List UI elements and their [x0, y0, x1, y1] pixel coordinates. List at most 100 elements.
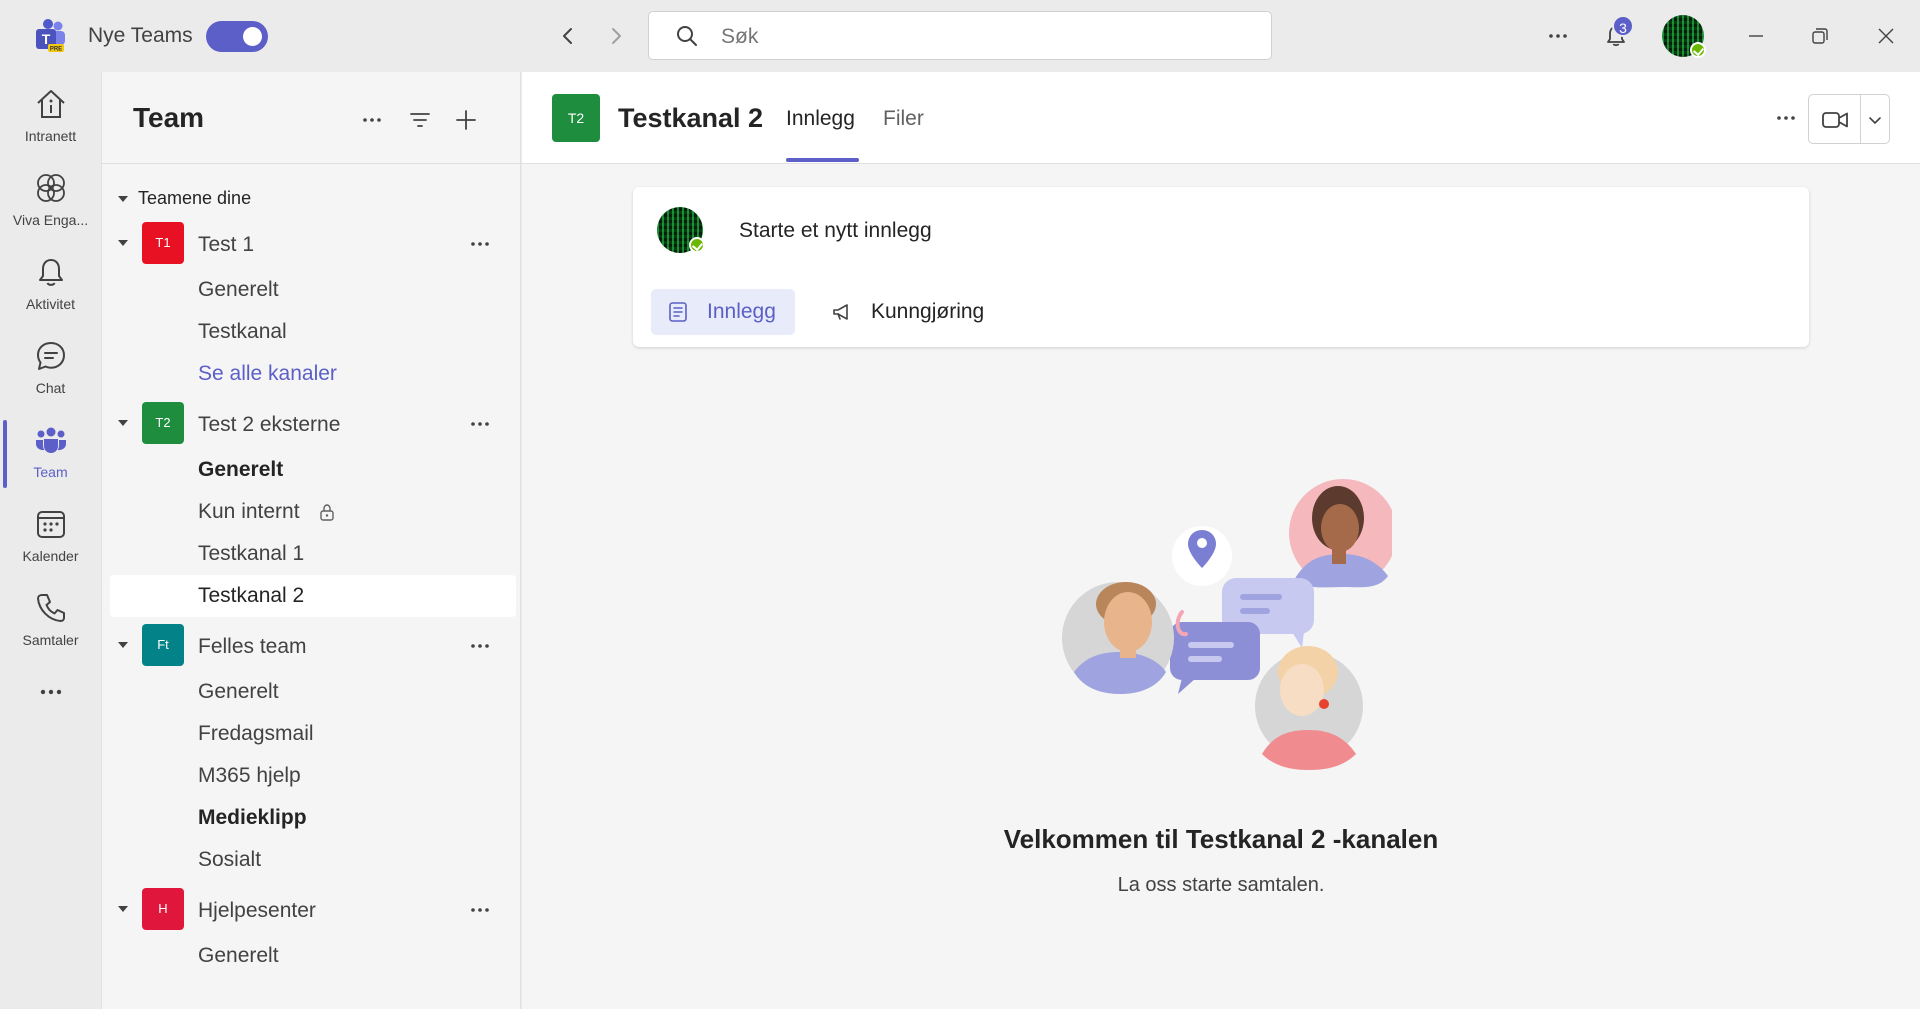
filter-button[interactable]	[402, 102, 438, 138]
post-button-label: Innlegg	[707, 300, 776, 323]
tab-innlegg[interactable]: Innlegg	[786, 107, 855, 131]
channel-item[interactable]: Generelt	[110, 671, 516, 713]
meet-button[interactable]	[1808, 94, 1890, 144]
team-more-button[interactable]	[462, 892, 498, 928]
calendar-icon	[37, 511, 65, 538]
channel-item[interactable]: Generelt	[110, 269, 516, 311]
channel-more-button[interactable]	[1768, 100, 1804, 136]
section-header-your-teams[interactable]: Teamene dine	[118, 188, 251, 209]
new-post-card: Starte et nytt innlegg Innlegg Kunngjøri…	[633, 187, 1809, 347]
home-icon	[37, 90, 65, 118]
channel-item[interactable]: Testkanal 1	[110, 533, 516, 575]
team-pane-more-button[interactable]	[354, 102, 390, 138]
post-button[interactable]: Innlegg	[651, 289, 795, 335]
chat-icon	[37, 342, 65, 370]
active-tab-indicator	[786, 158, 859, 162]
pane-title: Team	[133, 102, 205, 133]
team-avatar: H	[142, 888, 184, 930]
rail-item-kalender[interactable]: Kalender	[0, 496, 101, 580]
restore-button[interactable]	[1802, 18, 1838, 54]
channel-title: Testkanal 2	[618, 103, 764, 133]
forward-arrow-icon[interactable]	[602, 22, 630, 50]
channel-header: T2 Testkanal 2 Innlegg Filer	[522, 72, 1920, 164]
ellipsis-icon	[471, 242, 489, 246]
team-more-button[interactable]	[462, 406, 498, 442]
compose-prompt[interactable]: Starte et nytt innlegg	[739, 219, 932, 243]
post-document-icon	[669, 302, 687, 322]
welcome-subtitle: La oss starte samtalen.	[1117, 874, 1325, 896]
phone-icon	[37, 594, 65, 622]
megaphone-icon	[833, 304, 848, 320]
ellipsis-icon	[1777, 116, 1795, 120]
title-bar: T PRE Nye Teams 3	[0, 0, 1920, 72]
rail-label: Aktivitet	[25, 296, 75, 312]
channel-item[interactable]: Sosialt	[110, 839, 516, 881]
video-camera-icon	[1822, 112, 1848, 128]
team-more-button[interactable]	[462, 628, 498, 664]
team-name: Felles team	[198, 635, 307, 658]
team-name: Test 2 eksterne	[198, 413, 341, 436]
more-options-button[interactable]	[1540, 18, 1576, 54]
lock-icon	[320, 504, 335, 522]
team-avatar: T1	[142, 222, 184, 264]
announcement-button-label: Kunngjøring	[871, 300, 985, 323]
rail-label: Chat	[35, 380, 66, 396]
team-row-test-2-eksterne[interactable]: T2 Test 2 eksterne	[118, 402, 514, 446]
team-row-felles-team[interactable]: Ft Felles team	[118, 624, 514, 668]
announcement-button[interactable]: Kunngjøring	[815, 289, 1015, 335]
bell-icon	[39, 259, 63, 286]
teams-logo-icon: T PRE	[36, 19, 65, 53]
plus-icon	[456, 110, 476, 130]
new-teams-toggle[interactable]	[206, 21, 268, 52]
rail-label: Viva Enga...	[12, 212, 89, 228]
search-box[interactable]	[648, 11, 1272, 60]
notification-badge: 3	[1612, 15, 1634, 37]
channel-item[interactable]: Fredagsmail	[110, 713, 516, 755]
rail-more-apps[interactable]	[0, 672, 101, 712]
app-rail: Intranett Viva Enga... Aktivitet Chat Te…	[0, 72, 101, 1009]
channel-item[interactable]: Medieklipp	[110, 797, 516, 839]
rail-item-chat[interactable]: Chat	[0, 328, 101, 412]
create-team-button[interactable]	[448, 102, 484, 138]
channel-item-selected[interactable]: Testkanal 2	[110, 575, 516, 617]
channel-item[interactable]: Generelt	[110, 449, 516, 491]
rail-item-intranett[interactable]: Intranett	[0, 76, 101, 160]
restore-icon	[1812, 28, 1828, 44]
presence-available-icon	[1690, 42, 1706, 58]
divider	[1860, 95, 1861, 143]
ellipsis-icon	[471, 908, 489, 912]
channel-item[interactable]: Generelt	[110, 935, 516, 977]
caret-down-icon	[118, 240, 128, 246]
welcome-title: Velkommen til Testkanal 2 -kanalen	[1003, 824, 1439, 854]
see-all-channels-link[interactable]: Se alle kanaler	[110, 353, 516, 395]
viva-engage-icon	[37, 174, 65, 202]
channel-item[interactable]: M365 hjelp	[110, 755, 516, 797]
team-more-button[interactable]	[462, 226, 498, 262]
channel-team-avatar: T2	[552, 94, 600, 142]
close-button[interactable]	[1868, 18, 1904, 54]
ellipsis-icon	[471, 422, 489, 426]
channel-item-private[interactable]: Kun internt	[110, 491, 516, 533]
rail-label: Team	[33, 464, 68, 480]
caret-down-icon	[118, 906, 128, 912]
team-avatar: T2	[142, 402, 184, 444]
team-row-test-1[interactable]: T1 Test 1	[118, 222, 514, 266]
tab-filer[interactable]: Filer	[883, 107, 924, 131]
rail-item-viva-engage[interactable]: Viva Enga...	[0, 160, 101, 244]
caret-down-icon	[118, 420, 128, 426]
channel-item[interactable]: Testkanal	[110, 311, 516, 353]
back-arrow-icon[interactable]	[554, 22, 582, 50]
minimize-button[interactable]	[1738, 18, 1774, 54]
search-input[interactable]	[721, 25, 1221, 49]
rail-item-team[interactable]: Team	[0, 412, 101, 496]
close-icon	[1878, 28, 1894, 44]
team-name: Hjelpesenter	[198, 899, 316, 922]
chevron-down-icon[interactable]	[1865, 110, 1885, 130]
rail-item-aktivitet[interactable]: Aktivitet	[0, 244, 101, 328]
team-name: Test 1	[198, 233, 255, 256]
rail-item-samtaler[interactable]: Samtaler	[0, 580, 101, 664]
rail-label: Kalender	[22, 548, 79, 564]
ellipsis-icon	[1549, 34, 1567, 38]
rail-label: Samtaler	[22, 632, 79, 648]
team-row-hjelpesenter[interactable]: H Hjelpesenter	[118, 888, 514, 932]
